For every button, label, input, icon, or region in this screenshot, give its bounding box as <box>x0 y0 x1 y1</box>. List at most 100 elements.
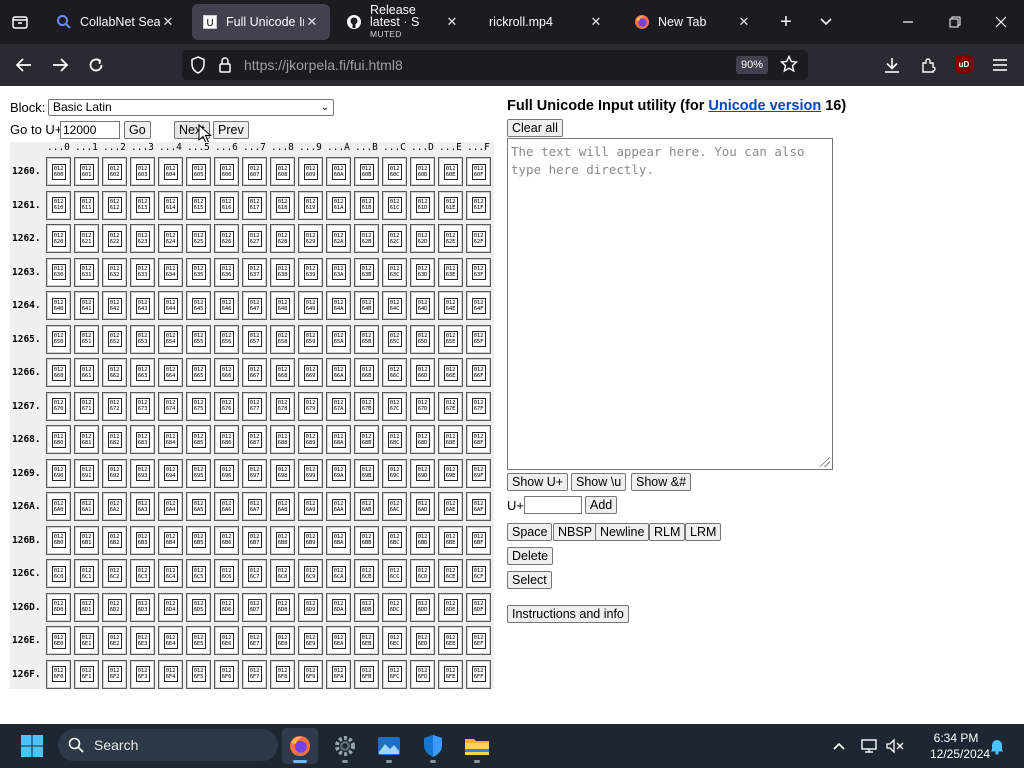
character-cell[interactable]: 012 639 <box>298 257 323 287</box>
taskbar-security-shield-icon[interactable] <box>415 728 451 764</box>
show-uplus-button[interactable]: Show U+ <box>507 473 569 491</box>
character-cell[interactable]: 012 609 <box>298 157 323 186</box>
character-cell[interactable]: 012 624 <box>158 224 183 253</box>
character-cell[interactable]: 012 63A <box>326 257 351 287</box>
character-cell[interactable]: 012 6C3 <box>130 559 155 588</box>
speaker-muted-icon[interactable] <box>884 736 906 756</box>
character-cell[interactable]: 012 62C <box>382 224 407 253</box>
character-cell[interactable]: 012 686 <box>214 425 239 454</box>
character-cell[interactable]: 012 683 <box>130 425 155 454</box>
character-cell[interactable]: 012 60A <box>326 157 351 186</box>
character-cell[interactable]: 012 6E2 <box>102 626 127 655</box>
character-cell[interactable]: 012 629 <box>298 224 323 253</box>
character-cell[interactable]: 012 659 <box>298 324 323 354</box>
character-cell[interactable]: 012 6D6 <box>214 592 239 622</box>
character-cell[interactable]: 012 687 <box>242 425 267 454</box>
character-cell[interactable]: 012 6A7 <box>242 492 267 521</box>
rlm-button[interactable]: RLM <box>649 523 686 541</box>
character-cell[interactable]: 012 625 <box>186 224 211 253</box>
character-cell[interactable]: 012 6B8 <box>270 525 295 555</box>
character-cell[interactable]: 012 691 <box>74 458 99 488</box>
character-cell[interactable]: 012 605 <box>186 157 211 186</box>
lock-icon[interactable] <box>218 56 232 79</box>
character-cell[interactable]: 012 612 <box>102 190 127 220</box>
notification-bell-icon[interactable] <box>986 735 1008 757</box>
character-cell[interactable]: 012 627 <box>242 224 267 253</box>
character-cell[interactable]: 012 6D7 <box>242 592 267 622</box>
character-cell[interactable]: 012 648 <box>270 291 295 320</box>
character-cell[interactable]: 012 6BE <box>438 525 463 555</box>
character-cell[interactable]: 012 6CF <box>466 559 491 588</box>
character-cell[interactable]: 012 69F <box>466 458 491 488</box>
character-cell[interactable]: 012 67A <box>326 391 351 421</box>
character-cell[interactable]: 012 6CA <box>326 559 351 588</box>
character-cell[interactable]: 012 685 <box>186 425 211 454</box>
character-cell[interactable]: 012 636 <box>214 257 239 287</box>
character-cell[interactable]: 012 61C <box>382 190 407 220</box>
output-textarea[interactable]: The text will appear here. You can also … <box>507 138 833 470</box>
character-cell[interactable]: 012 60D <box>410 157 435 186</box>
character-cell[interactable]: 012 6B4 <box>158 525 183 555</box>
character-cell[interactable]: 012 6CE <box>438 559 463 588</box>
character-cell[interactable]: 012 6C6 <box>214 559 239 588</box>
character-cell[interactable]: 012 661 <box>74 358 99 387</box>
reload-icon[interactable] <box>84 53 108 77</box>
character-cell[interactable]: 012 6DC <box>382 592 407 622</box>
character-cell[interactable]: 012 62F <box>466 224 491 253</box>
character-cell[interactable]: 012 65C <box>382 324 407 354</box>
character-cell[interactable]: 012 604 <box>158 157 183 186</box>
character-cell[interactable]: 012 6A6 <box>214 492 239 521</box>
taskbar-file-explorer-icon[interactable] <box>459 728 495 764</box>
character-cell[interactable]: 012 614 <box>158 190 183 220</box>
character-cell[interactable]: 012 667 <box>242 358 267 387</box>
character-cell[interactable]: 012 6D3 <box>130 592 155 622</box>
character-cell[interactable]: 012 633 <box>130 257 155 287</box>
character-cell[interactable]: 012 671 <box>74 391 99 421</box>
character-cell[interactable]: 012 68B <box>354 425 379 454</box>
character-cell[interactable]: 012 654 <box>158 324 183 354</box>
character-cell[interactable]: 012 665 <box>186 358 211 387</box>
character-cell[interactable]: 012 645 <box>186 291 211 320</box>
character-cell[interactable]: 012 61E <box>438 190 463 220</box>
character-cell[interactable]: 012 68E <box>438 425 463 454</box>
taskbar-photos-icon[interactable] <box>371 728 407 764</box>
character-cell[interactable]: 012 6D4 <box>158 592 183 622</box>
character-cell[interactable]: 012 6C8 <box>270 559 295 588</box>
show-entity-button[interactable]: Show &# <box>631 473 692 491</box>
minimize-icon[interactable] <box>896 10 920 34</box>
character-cell[interactable]: 012 615 <box>186 190 211 220</box>
tab-collabnet-searx[interactable]: CollabNet SearX ✕ <box>46 4 186 40</box>
prev-button[interactable]: Prev <box>213 121 249 139</box>
maximize-icon[interactable] <box>943 10 967 34</box>
character-cell[interactable]: 012 6EC <box>382 626 407 655</box>
downloads-icon[interactable] <box>880 53 904 77</box>
character-cell[interactable]: 012 6FC <box>382 659 407 689</box>
character-cell[interactable]: 012 646 <box>214 291 239 320</box>
character-cell[interactable]: 012 600 <box>46 157 71 186</box>
character-cell[interactable]: 012 66C <box>382 358 407 387</box>
hamburger-menu-icon[interactable] <box>988 53 1012 77</box>
unicode-version-link[interactable]: Unicode version <box>708 98 821 114</box>
close-window-icon[interactable] <box>989 10 1013 34</box>
newline-button[interactable]: Newline <box>595 523 650 541</box>
character-cell[interactable]: 012 6D9 <box>298 592 323 622</box>
character-cell[interactable]: 012 635 <box>186 257 211 287</box>
character-cell[interactable]: 012 674 <box>158 391 183 421</box>
character-cell[interactable]: 012 689 <box>298 425 323 454</box>
character-cell[interactable]: 012 6EF <box>466 626 491 655</box>
character-cell[interactable]: 012 6D8 <box>270 592 295 622</box>
character-cell[interactable]: 012 607 <box>242 157 267 186</box>
character-cell[interactable]: 012 6FE <box>438 659 463 689</box>
forward-arrow-icon[interactable] <box>48 53 72 77</box>
character-cell[interactable]: 012 670 <box>46 391 71 421</box>
character-cell[interactable]: 012 6E5 <box>186 626 211 655</box>
character-cell[interactable]: 012 602 <box>102 157 127 186</box>
character-cell[interactable]: 012 684 <box>158 425 183 454</box>
character-cell[interactable]: 012 68F <box>466 425 491 454</box>
character-cell[interactable]: 012 6F1 <box>74 659 99 689</box>
character-cell[interactable]: 012 60E <box>438 157 463 186</box>
character-cell[interactable]: 012 662 <box>102 358 127 387</box>
character-cell[interactable]: 012 6CD <box>410 559 435 588</box>
character-cell[interactable]: 012 6C7 <box>242 559 267 588</box>
character-cell[interactable]: 012 6A0 <box>46 492 71 521</box>
